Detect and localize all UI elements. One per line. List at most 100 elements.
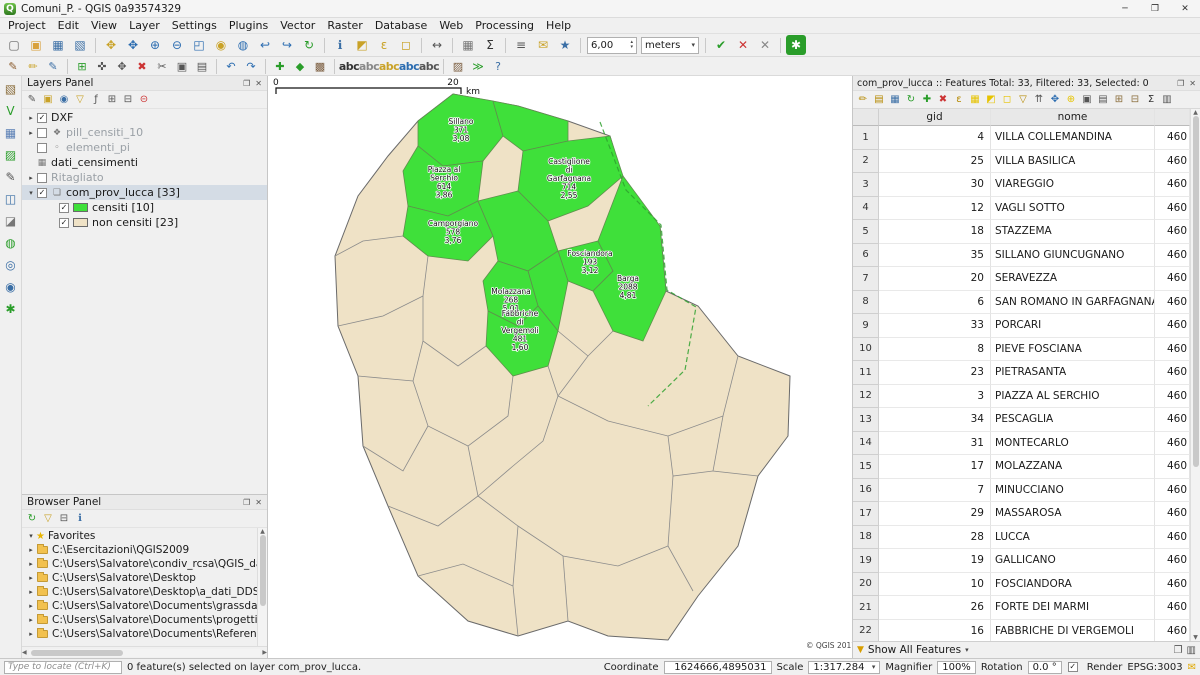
remove-layer-icon[interactable]: ⊝ (136, 92, 152, 108)
move-selection-top-icon[interactable]: ⇈ (1031, 92, 1047, 108)
pin-labels-icon[interactable]: abc (380, 57, 398, 75)
layer-checkbox[interactable] (37, 143, 47, 153)
select-features-icon[interactable]: ◩ (352, 35, 372, 55)
nome-cell[interactable]: MOLAZZANA (991, 455, 1155, 479)
scrollbar-thumb[interactable] (31, 650, 124, 656)
nome-cell[interactable]: FABBRICHE DI VERGEMOLI (991, 620, 1155, 642)
menu-item-layer[interactable]: Layer (123, 19, 166, 32)
zoom-to-selection-icon[interactable]: ◉ (211, 35, 231, 55)
browser-item-1[interactable]: ▸C:\Esercitazioni\QGIS2009 (22, 543, 257, 557)
table-row[interactable]: 108PIEVE FOSCIANA460 (853, 338, 1190, 362)
row-number-cell[interactable]: 17 (853, 502, 879, 526)
snapping-options-icon[interactable]: ✕ (755, 35, 775, 55)
gid-cell[interactable]: 29 (879, 502, 991, 526)
form-view-icon[interactable]: ▥ (1187, 645, 1196, 656)
table-row[interactable]: 1517MOLAZZANA460 (853, 455, 1190, 479)
table-row[interactable]: 1828LUCCA460 (853, 526, 1190, 550)
extra-cell[interactable]: 460 (1155, 314, 1190, 338)
snapping-tolerance[interactable]: 6,00▴▾ (587, 37, 637, 54)
nome-cell[interactable]: MASSAROSA (991, 502, 1155, 526)
row-number-cell[interactable]: 15 (853, 455, 879, 479)
browser-item-5[interactable]: ▸C:\Users\Salvatore\Documents\grassdata\… (22, 599, 257, 613)
gid-cell[interactable]: 33 (879, 314, 991, 338)
nome-cell[interactable]: STAZZEMA (991, 220, 1155, 244)
locate-input[interactable] (4, 661, 122, 674)
expand-arrow-icon[interactable]: ▸ (26, 114, 36, 122)
nome-cell[interactable]: VAGLI SOTTO (991, 197, 1155, 221)
nome-cell[interactable]: GALLICANO (991, 549, 1155, 573)
nome-cell[interactable]: PESCAGLIA (991, 408, 1155, 432)
save-project-icon[interactable]: ▦ (48, 35, 68, 55)
zoom-in-icon[interactable]: ⊕ (145, 35, 165, 55)
add-wcs-layer-icon[interactable]: ◎ (1, 255, 21, 275)
layer-checkbox[interactable]: ✓ (59, 218, 69, 228)
table-row[interactable]: 123PIAZZA AL SERCHIO460 (853, 385, 1190, 409)
layer-item-pill-censiti-10[interactable]: ▸❖pill_censiti_10 (22, 125, 267, 140)
refresh-browser-icon[interactable]: ↻ (24, 511, 40, 527)
table-row[interactable]: 933PORCARI460 (853, 314, 1190, 338)
attribute-table-vertical-scrollbar[interactable]: ▲ ▼ (1190, 109, 1200, 641)
vertex-editor-icon[interactable]: ✕ (733, 35, 753, 55)
menu-item-vector[interactable]: Vector (274, 19, 321, 32)
column-header-nome[interactable]: nome (991, 109, 1155, 126)
layer-checkbox[interactable]: ✓ (59, 203, 69, 213)
menu-item-settings[interactable]: Settings (166, 19, 223, 32)
row-number-cell[interactable]: 11 (853, 361, 879, 385)
browser-item-6[interactable]: ▸C:\Users\Salvatore\Documents\progetti_q… (22, 613, 257, 627)
row-number-cell[interactable]: 13 (853, 408, 879, 432)
delete-field-icon[interactable]: ⊟ (1127, 92, 1143, 108)
deselect-features-icon[interactable]: ◻ (396, 35, 416, 55)
row-number-cell[interactable]: 21 (853, 596, 879, 620)
table-row[interactable]: 1123PIETRASANTA460 (853, 361, 1190, 385)
manage-map-themes-icon[interactable]: ◉ (56, 92, 72, 108)
zoom-to-layer-icon[interactable]: ◍ (233, 35, 253, 55)
row-number-cell[interactable]: 16 (853, 479, 879, 503)
extra-cell[interactable]: 460 (1155, 385, 1190, 409)
expand-arrow-icon[interactable]: ▸ (26, 588, 36, 596)
scrollbar-track[interactable] (29, 649, 261, 657)
menu-item-web[interactable]: Web (433, 19, 469, 32)
new-field-icon[interactable]: ⊞ (1111, 92, 1127, 108)
extra-cell[interactable]: 460 (1155, 596, 1190, 620)
multi-edit-icon[interactable]: ▤ (871, 92, 887, 108)
rotation-value[interactable]: 0.0 ° (1028, 661, 1062, 674)
nome-cell[interactable]: MINUCCIANO (991, 479, 1155, 503)
gid-cell[interactable]: 23 (879, 361, 991, 385)
gid-cell[interactable]: 25 (879, 150, 991, 174)
table-row[interactable]: 86SAN ROMANO IN GARFAGNANA460 (853, 291, 1190, 315)
table-row[interactable]: 518STAZZEMA460 (853, 220, 1190, 244)
layer-item-dati-censimenti[interactable]: ▦dati_censimenti (22, 155, 267, 170)
column-header-extra[interactable] (1155, 109, 1190, 126)
extra-cell[interactable]: 460 (1155, 408, 1190, 432)
expand-arrow-icon[interactable]: ▸ (26, 129, 36, 137)
layer-item-non-censiti-23[interactable]: ✓non censiti [23] (22, 215, 267, 230)
menu-item-database[interactable]: Database (369, 19, 434, 32)
statistical-summary-icon[interactable]: ≡ (511, 35, 531, 55)
python-console-icon[interactable]: ≫ (469, 57, 487, 75)
extra-cell[interactable]: 460 (1155, 150, 1190, 174)
scrollbar-thumb[interactable] (1193, 116, 1199, 467)
layer-item-dxf[interactable]: ▸✓DXF (22, 110, 267, 125)
cut-features-icon[interactable]: ✂ (153, 57, 171, 75)
messages-icon[interactable]: ✉ (1188, 662, 1196, 673)
identify-features-icon[interactable]: ℹ (330, 35, 350, 55)
menu-item-plugins[interactable]: Plugins (223, 19, 274, 32)
extra-cell[interactable]: 460 (1155, 549, 1190, 573)
expand-arrow-icon[interactable]: ▸ (26, 630, 36, 638)
deselect-all-icon[interactable]: ◻ (999, 92, 1015, 108)
redo-icon[interactable]: ↷ (242, 57, 260, 75)
layer-item-ritagliato[interactable]: ▸Ritagliato (22, 170, 267, 185)
row-number-cell[interactable]: 12 (853, 385, 879, 409)
current-edits-icon[interactable]: ✎ (4, 57, 22, 75)
gid-cell[interactable]: 34 (879, 408, 991, 432)
table-row[interactable]: 330VIAREGGIO460 (853, 173, 1190, 197)
nome-cell[interactable]: PIETRASANTA (991, 361, 1155, 385)
column-header-gid[interactable]: gid (879, 109, 991, 126)
browser-horizontal-scrollbar[interactable]: ◀ ▶ (22, 646, 267, 658)
menu-item-view[interactable]: View (85, 19, 123, 32)
add-wms-layer-icon[interactable]: ◍ (1, 233, 21, 253)
scroll-up-icon[interactable]: ▲ (260, 528, 265, 535)
vertex-tool-icon[interactable]: ✥ (113, 57, 131, 75)
render-checkbox[interactable]: ✓ (1068, 662, 1078, 672)
enable-tracing-icon[interactable]: ✔ (711, 35, 731, 55)
